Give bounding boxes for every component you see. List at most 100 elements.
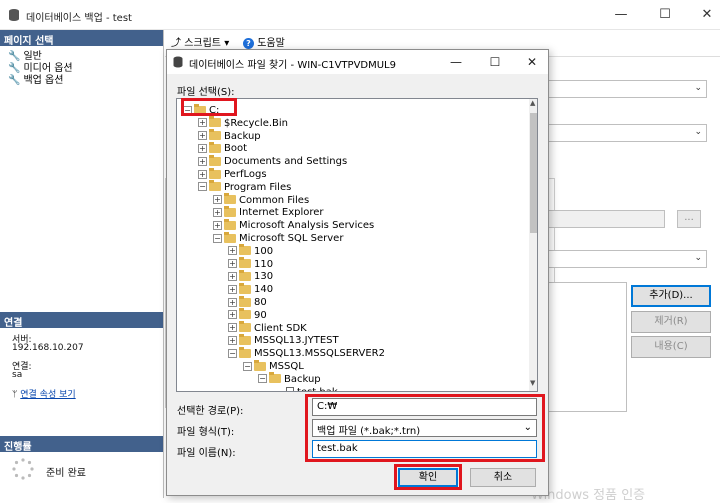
tree-file-item[interactable]: ╴ test.bak bbox=[273, 386, 338, 391]
backup-destination-combo[interactable]: ⌄ bbox=[545, 250, 707, 268]
tree-folder-item[interactable]: +100 bbox=[228, 244, 274, 258]
collapse-icon[interactable]: − bbox=[198, 182, 207, 192]
collapse-icon[interactable]: − bbox=[258, 374, 267, 384]
tree-folder-item[interactable]: +80 bbox=[228, 295, 267, 309]
folder-icon bbox=[239, 321, 251, 333]
database-icon bbox=[9, 9, 19, 21]
expand-icon[interactable]: + bbox=[198, 118, 207, 128]
tree-folder-item[interactable]: +110 bbox=[228, 257, 274, 271]
folder-icon bbox=[239, 282, 251, 294]
destination-list[interactable] bbox=[545, 282, 627, 412]
collapse-icon[interactable]: − bbox=[228, 348, 237, 358]
view-connection-properties[interactable]: ᛘ 연결 속성 보기 bbox=[12, 387, 76, 400]
tree-item-label: 110 bbox=[254, 258, 274, 270]
tree-folder-item[interactable]: +130 bbox=[228, 269, 273, 283]
tree-folder-item[interactable]: + $Recycle.Bin bbox=[198, 116, 288, 130]
folder-icon bbox=[209, 154, 221, 166]
tree-folder-item[interactable]: + PerfLogs bbox=[198, 167, 267, 181]
file-tree[interactable]: − C: + $Recycle.Bin + Backup + Boot + Documents a… bbox=[176, 98, 538, 392]
backup-type-combo[interactable]: ⌄ bbox=[545, 124, 707, 142]
expand-icon[interactable]: + bbox=[228, 297, 237, 307]
tree-item-label: 80 bbox=[254, 297, 267, 308]
tree-folder-item[interactable]: + Boot bbox=[198, 141, 248, 155]
tree-folder-item[interactable]: − Microsoft SQL Server bbox=[213, 231, 343, 245]
chevron-down-icon: ⌄ bbox=[694, 253, 702, 263]
wrench-icon: 🔧 bbox=[8, 75, 21, 86]
expand-icon[interactable]: + bbox=[228, 246, 237, 256]
expand-icon[interactable]: + bbox=[198, 143, 207, 153]
highlight-ok-button bbox=[394, 464, 462, 490]
expand-icon[interactable]: + bbox=[228, 259, 237, 269]
maximize-button[interactable]: ☐ bbox=[650, 6, 680, 24]
help-button[interactable]: ? 도움말 bbox=[243, 34, 285, 49]
collapse-icon[interactable]: − bbox=[243, 361, 252, 371]
expand-icon[interactable]: + bbox=[213, 207, 222, 217]
backup-name-field[interactable] bbox=[545, 210, 665, 228]
scroll-down-icon[interactable]: ▼ bbox=[530, 379, 535, 387]
tree-folder-item[interactable]: +140 bbox=[228, 282, 274, 296]
folder-icon bbox=[239, 308, 251, 320]
file-type-label: 파일 형식(T): bbox=[177, 427, 235, 438]
tree-item-label: Client SDK bbox=[254, 322, 307, 334]
minimize-button[interactable]: — bbox=[606, 6, 636, 24]
expand-icon[interactable]: + bbox=[228, 284, 237, 294]
expand-icon[interactable]: + bbox=[228, 271, 237, 281]
tree-folder-item[interactable]: + Backup bbox=[198, 129, 261, 143]
locate-database-files-dialog: 데이터베이스 파일 찾기 - WIN-C1VTPVDMUL9 — ☐ ✕ 파일 … bbox=[166, 49, 549, 496]
tree-item-label: Backup bbox=[224, 130, 261, 142]
progress-status: 준비 완료 bbox=[46, 468, 86, 479]
folder-icon bbox=[239, 244, 251, 256]
tree-folder-item[interactable]: + Common Files bbox=[213, 193, 309, 207]
tree-folder-item[interactable]: − MSSQL bbox=[243, 359, 304, 373]
database-icon bbox=[173, 56, 183, 68]
expand-icon[interactable]: + bbox=[228, 310, 237, 320]
expand-icon[interactable]: + bbox=[198, 156, 207, 166]
tree-item-label: 140 bbox=[254, 284, 274, 296]
tree-folder-item[interactable]: + MSSQL13.JYTEST bbox=[228, 333, 339, 347]
tree-folder-item[interactable]: − Program Files bbox=[198, 180, 291, 194]
main-window-title: 데이터베이스 백업 - test bbox=[26, 13, 132, 24]
browse-button[interactable]: ... bbox=[677, 210, 701, 228]
tree-folder-item[interactable]: + Documents and Settings bbox=[198, 154, 348, 168]
tree-item-label: PerfLogs bbox=[224, 169, 267, 180]
expand-icon[interactable]: + bbox=[228, 335, 237, 345]
main-title-bar: 데이터베이스 백업 - test — ☐ ✕ bbox=[0, 0, 720, 30]
expand-icon[interactable]: + bbox=[198, 169, 207, 179]
folder-icon bbox=[224, 218, 236, 230]
tree-folder-item[interactable]: − Backup bbox=[258, 372, 321, 386]
tree-vertical-scrollbar[interactable]: ▲ ▼ bbox=[529, 99, 537, 391]
tree-item-label: Documents and Settings bbox=[224, 156, 348, 168]
expand-icon[interactable]: + bbox=[213, 195, 222, 205]
tree-item-label: MSSQL13.MSSQLSERVER2 bbox=[254, 348, 385, 360]
dialog-maximize-button[interactable]: ☐ bbox=[482, 53, 508, 71]
tree-folder-item[interactable]: + Microsoft Analysis Services bbox=[213, 218, 374, 232]
highlight-c-drive bbox=[181, 98, 237, 116]
add-button[interactable]: 추가(D)... bbox=[631, 285, 711, 307]
script-button[interactable]: ⤴ 스크립트 ▾ bbox=[171, 34, 229, 49]
progress-spinner-icon bbox=[12, 458, 34, 480]
tree-folder-item[interactable]: − MSSQL13.MSSQLSERVER2 bbox=[228, 346, 385, 360]
folder-icon bbox=[224, 205, 236, 217]
tree-item-label: 100 bbox=[254, 245, 274, 257]
database-combo[interactable]: ⌄ bbox=[545, 80, 707, 98]
tree-folder-item[interactable]: +90 bbox=[228, 308, 267, 322]
expand-icon[interactable]: + bbox=[213, 220, 222, 230]
scroll-up-icon[interactable]: ▲ bbox=[530, 99, 535, 107]
page-item-backup-options[interactable]: 🔧 백업 옵션 bbox=[8, 71, 63, 86]
cancel-button[interactable]: 취소 bbox=[470, 468, 536, 487]
tree-folder-item[interactable]: + Internet Explorer bbox=[213, 205, 324, 219]
tree-connector: ╴ bbox=[273, 387, 286, 391]
dialog-minimize-button[interactable]: — bbox=[443, 53, 469, 71]
contents-button[interactable]: 내용(C) bbox=[631, 336, 711, 358]
folder-icon bbox=[239, 333, 251, 345]
expand-icon[interactable]: + bbox=[228, 323, 237, 333]
dialog-close-button[interactable]: ✕ bbox=[519, 53, 545, 71]
tree-item-label: MSSQL13.JYTEST bbox=[254, 335, 339, 347]
remove-button[interactable]: 제거(R) bbox=[631, 311, 711, 333]
tree-folder-item[interactable]: + Client SDK bbox=[228, 321, 307, 335]
tree-item-label: Boot bbox=[224, 143, 248, 155]
close-button[interactable]: ✕ bbox=[692, 6, 720, 24]
expand-icon[interactable]: + bbox=[198, 131, 207, 141]
collapse-icon[interactable]: − bbox=[213, 233, 222, 243]
scroll-thumb[interactable] bbox=[530, 113, 537, 233]
